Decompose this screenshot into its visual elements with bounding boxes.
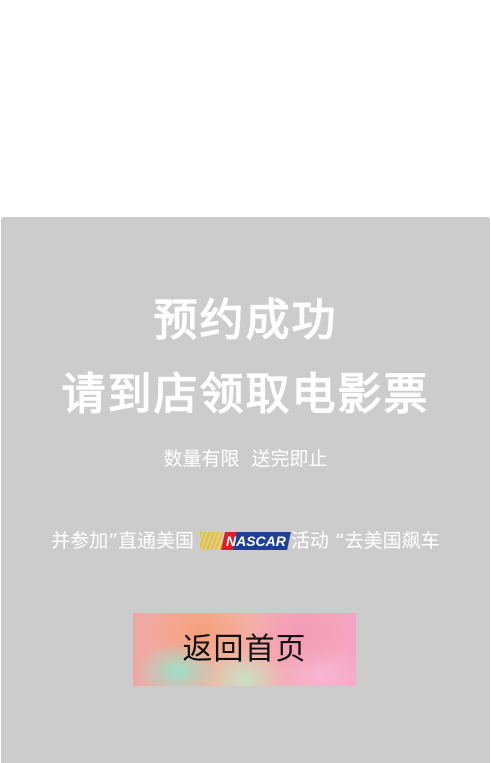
page: 预约成功 请到店领取电影票 数量有限 送完即止 并参加”直通美国 NASCAR … (0, 0, 491, 763)
nascar-logo-box: NASCAR (221, 532, 291, 550)
nascar-stripes-icon (200, 532, 223, 550)
nascar-logo-text: NASCAR (226, 533, 286, 549)
event-promo-line: 并参加”直通美国 NASCAR 活动 “去美国飙车 (1, 529, 490, 553)
limited-quantity-notice: 数量有限 送完即止 (163, 448, 328, 470)
success-panel: 预约成功 请到店领取电影票 数量有限 送完即止 并参加”直通美国 NASCAR … (1, 217, 490, 763)
nascar-logo: NASCAR (200, 531, 291, 551)
pickup-instruction: 请到店领取电影票 (61, 369, 430, 420)
event-suffix-text: 活动 “去美国飙车 (290, 530, 440, 552)
event-prefix-text: 并参加”直通美国 (51, 530, 195, 552)
success-title: 预约成功 (153, 295, 338, 346)
back-to-home-button[interactable]: 返回首页 (133, 613, 356, 686)
back-to-home-label: 返回首页 (182, 632, 307, 666)
